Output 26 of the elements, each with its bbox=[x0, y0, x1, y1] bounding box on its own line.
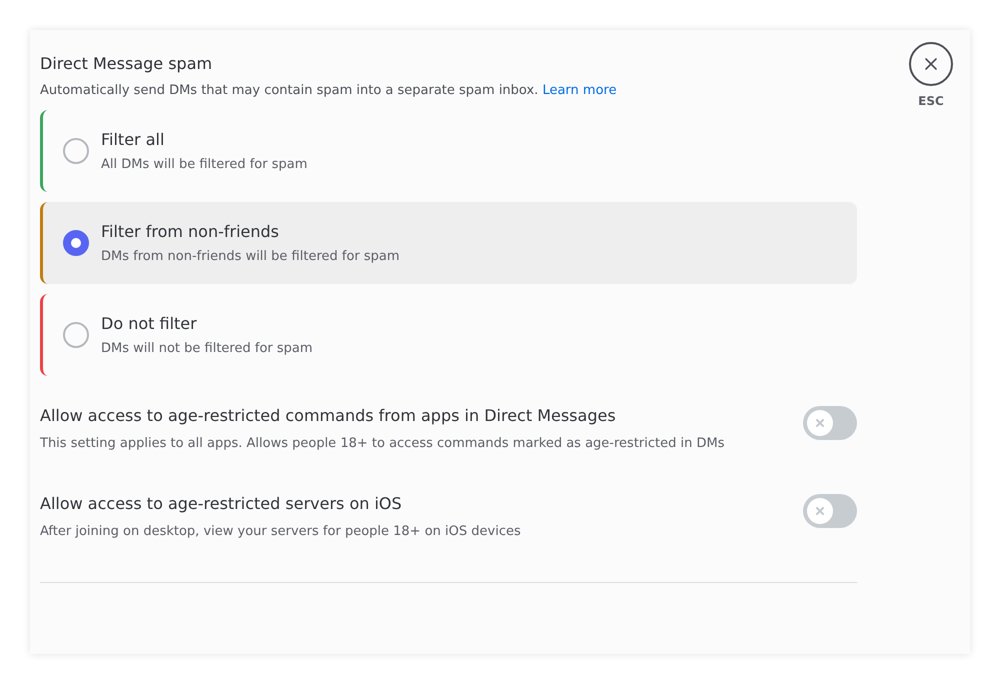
toggle-switch[interactable] bbox=[803, 406, 857, 440]
section-description: Automatically send DMs that may contain spam into a separate spam inbox. Learn more bbox=[40, 83, 618, 98]
setting-description: This setting applies to all apps. Allows people 18+ to access commands marked as age-restricted in DMs bbox=[40, 435, 726, 453]
option-description: DMs will not be filtered for spam bbox=[101, 341, 313, 356]
toggle-switch[interactable] bbox=[803, 494, 857, 528]
section-title: Direct Message spam bbox=[40, 54, 214, 73]
radio-option[interactable]: Do not filter DMs will not be filtered for spam bbox=[40, 294, 857, 376]
setting-title: Allow access to age-restricted commands from apps in Direct Messages bbox=[40, 406, 617, 425]
option-description: All DMs will be filtered for spam bbox=[101, 157, 308, 172]
radio-button[interactable] bbox=[63, 322, 89, 348]
setting-title: Allow access to age-restricted servers on iOS bbox=[40, 494, 403, 513]
option-label: Filter all bbox=[101, 130, 166, 149]
learn-more-link[interactable]: Learn more bbox=[542, 83, 617, 98]
setting-description: After joining on desktop, view your servers for people 18+ on iOS devices bbox=[40, 523, 522, 541]
option-label: Filter from non-friends bbox=[101, 222, 280, 241]
option-description: DMs from non-friends will be filtered for spam bbox=[101, 249, 400, 264]
close-icon bbox=[923, 56, 939, 72]
radio-button[interactable] bbox=[63, 138, 89, 164]
cross-icon bbox=[814, 417, 826, 429]
cross-icon bbox=[814, 505, 826, 517]
radio-button[interactable] bbox=[63, 230, 89, 256]
radio-option[interactable]: Filter from non-friends DMs from non-friends will be filtered for spam bbox=[40, 202, 857, 284]
radio-option[interactable]: Filter all All DMs will be filtered for spam bbox=[40, 110, 857, 192]
close-button[interactable] bbox=[909, 42, 953, 86]
option-label: Do not filter bbox=[101, 314, 198, 333]
esc-label: ESC bbox=[918, 94, 944, 108]
